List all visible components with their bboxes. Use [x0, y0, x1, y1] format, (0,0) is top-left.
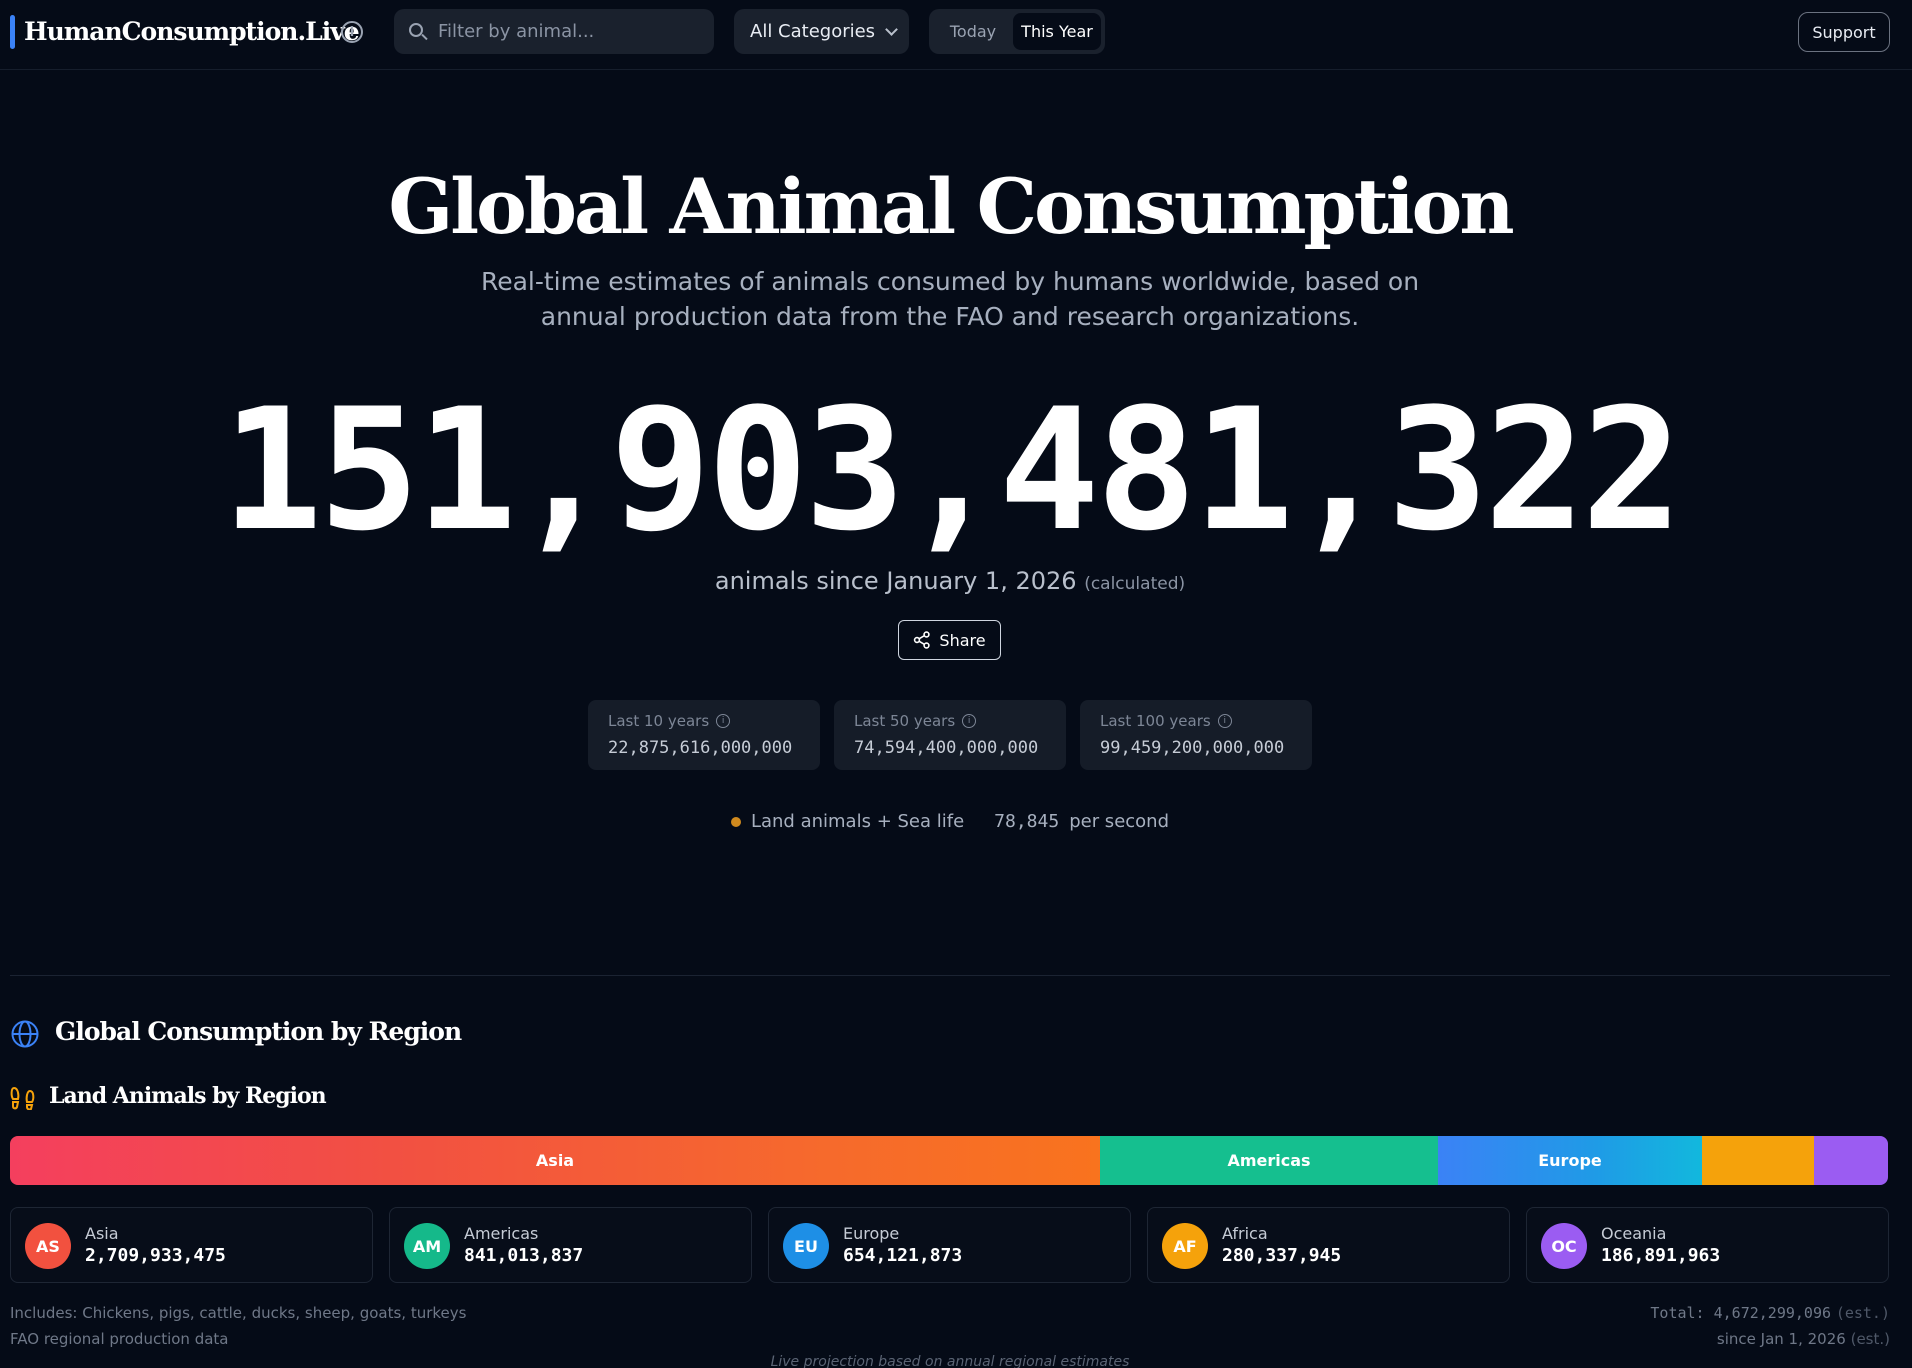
share-label: Share — [939, 630, 986, 650]
brand-logo[interactable]: HumanConsumption.Live — [24, 17, 360, 46]
includes-note: Includes: Chickens, pigs, cattle, ducks,… — [10, 1304, 467, 1322]
period-this-year-button[interactable]: This Year — [1013, 13, 1101, 50]
region-badge: AM — [404, 1223, 450, 1269]
share-button[interactable]: Share — [898, 620, 1001, 660]
counter-caption: animals since January 1, 2026 (calculate… — [0, 567, 1900, 595]
support-button[interactable]: Support — [1798, 12, 1890, 52]
region-stacked-bar: Asia Americas Europe — [10, 1136, 1888, 1185]
history-card-10y: Last 10 years i 22,875,616,000,000 — [588, 700, 820, 770]
bar-segment-africa[interactable] — [1702, 1136, 1814, 1185]
counter-caption-text: animals since January 1, 2026 — [714, 567, 1077, 595]
region-badge: EU — [783, 1223, 829, 1269]
category-select-label: All Categories — [750, 21, 876, 42]
region-value: 841,013,837 — [464, 1245, 584, 1266]
info-icon[interactable]: i — [341, 21, 363, 43]
region-card-asia[interactable]: AS Asia 2,709,933,475 — [10, 1207, 373, 1283]
total-counter: 151,903,481,322 — [221, 372, 1682, 568]
counter-caption-note: (calculated) — [1084, 574, 1186, 594]
footprints-icon — [10, 1086, 35, 1110]
rate-value: 78,845 — [994, 811, 1060, 832]
info-icon[interactable]: i — [716, 714, 731, 728]
region-value: 654,121,873 — [843, 1245, 963, 1266]
region-card-africa[interactable]: AF Africa 280,337,945 — [1147, 1207, 1510, 1283]
history-value: 22,875,616,000,000 — [608, 738, 793, 758]
section-divider — [10, 975, 1890, 976]
info-icon[interactable]: i — [962, 714, 977, 728]
source-note: FAO regional production data — [10, 1330, 229, 1348]
brand-accent — [10, 15, 15, 49]
period-today-button[interactable]: Today — [933, 13, 1013, 50]
bar-segment-label: Europe — [1538, 1151, 1602, 1170]
bar-segment-asia[interactable]: Asia — [10, 1136, 1100, 1185]
category-select[interactable]: All Categories — [734, 9, 909, 54]
region-name: Americas — [464, 1224, 539, 1243]
info-icon[interactable]: i — [1217, 714, 1232, 728]
globe-icon — [11, 1020, 39, 1048]
since-est: (est.) — [1850, 1330, 1890, 1348]
bar-segment-label: Asia — [535, 1151, 575, 1170]
total-est: (est.) — [1835, 1304, 1890, 1322]
chevron-down-icon — [885, 22, 898, 36]
region-value: 2,709,933,475 — [85, 1245, 226, 1266]
total-since: since Jan 1, 2026 — [1716, 1330, 1846, 1348]
history-value: 99,459,200,000,000 — [1100, 738, 1285, 758]
history-label: Last 50 years — [854, 712, 956, 730]
region-totals: Total: 4,672,299,096 (est.) since Jan 1,… — [1650, 1300, 1890, 1352]
share-icon — [914, 631, 931, 649]
region-badge: AS — [25, 1223, 71, 1269]
history-card-100y: Last 100 years i 99,459,200,000,000 — [1080, 700, 1312, 770]
bar-segment-americas[interactable]: Americas — [1100, 1136, 1438, 1185]
region-name: Africa — [1222, 1224, 1268, 1243]
total-value: Total: 4,672,299,096 — [1650, 1304, 1832, 1322]
top-bar: HumanConsumption.Live i All Categories T… — [0, 0, 1912, 70]
bar-segment-label: Americas — [1227, 1151, 1311, 1170]
search-icon — [408, 22, 428, 42]
history-value: 74,594,400,000,000 — [854, 738, 1039, 758]
bar-segment-europe[interactable]: Europe — [1438, 1136, 1702, 1185]
history-label: Last 100 years — [1100, 712, 1211, 730]
rate-line: Land animals + Sea life 78,845 per secon… — [0, 811, 1900, 832]
region-name: Europe — [843, 1224, 900, 1243]
search-box[interactable] — [394, 9, 714, 54]
region-value: 186,891,963 — [1601, 1245, 1721, 1266]
region-name: Oceania — [1601, 1224, 1667, 1243]
region-card-europe[interactable]: EU Europe 654,121,873 — [768, 1207, 1131, 1283]
region-section-title: Global Consumption by Region — [55, 1017, 462, 1046]
land-animals-title: Land Animals by Region — [49, 1083, 327, 1109]
rate-label: Land animals + Sea life — [750, 811, 965, 832]
region-badge: AF — [1162, 1223, 1208, 1269]
region-value: 280,337,945 — [1222, 1245, 1342, 1266]
history-label: Last 10 years — [608, 712, 710, 730]
region-name: Asia — [85, 1224, 119, 1243]
region-badge: OC — [1541, 1223, 1587, 1269]
region-card-americas[interactable]: AM Americas 841,013,837 — [389, 1207, 752, 1283]
bar-segment-oceania[interactable] — [1814, 1136, 1888, 1185]
rate-unit: per second — [1069, 811, 1170, 832]
status-dot — [730, 816, 741, 827]
region-card-oceania[interactable]: OC Oceania 186,891,963 — [1526, 1207, 1889, 1283]
page-subtitle: Real-time estimates of animals consumed … — [480, 267, 1420, 331]
period-toggle: Today This Year — [929, 9, 1105, 54]
page-title: Global Animal Consumption — [388, 162, 1514, 251]
region-notes: Includes: Chickens, pigs, cattle, ducks,… — [10, 1300, 466, 1352]
live-projection-note: Live projection based on annual regional… — [770, 1354, 1130, 1368]
history-card-50y: Last 50 years i 74,594,400,000,000 — [834, 700, 1066, 770]
search-input[interactable] — [438, 21, 698, 42]
